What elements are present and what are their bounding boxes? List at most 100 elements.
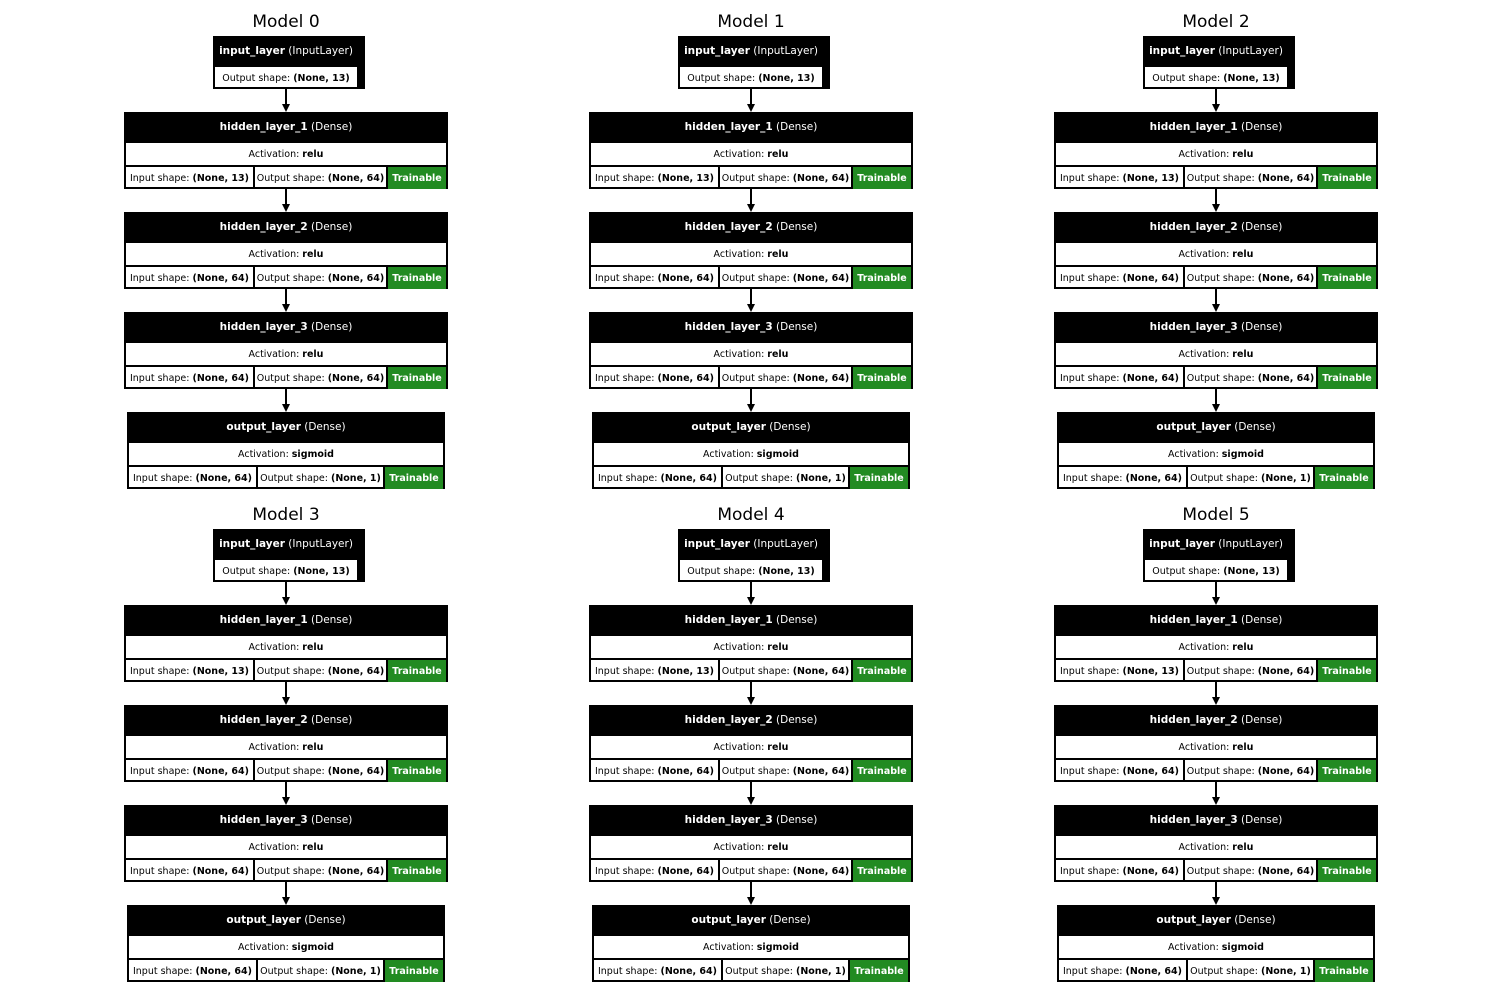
layer-header: hidden_layer_1 (Dense) — [591, 114, 911, 141]
layer-name: output_layer — [691, 421, 766, 433]
layer-header: hidden_layer_2 (Dense) — [126, 214, 446, 241]
activation-value: relu — [767, 641, 789, 653]
layer-name: hidden_layer_3 — [1149, 321, 1238, 333]
trainable-badge: Trainable — [851, 267, 911, 289]
input-shape-label: Input shape: — [129, 865, 190, 877]
shape-row: Input shape: (None, 13) Output shape: (None… — [126, 165, 446, 189]
activation-label: Activation: — [1178, 641, 1230, 653]
activation-row: Activation: relu — [1056, 141, 1376, 165]
layer-name: hidden_layer_1 — [219, 614, 308, 626]
activation-cell: Activation: sigmoid — [1059, 443, 1373, 465]
output-shape-label: Output shape: — [256, 372, 325, 384]
activation-cell: Activation: relu — [126, 143, 446, 165]
layer-header: input_layer (InputLayer) — [215, 38, 357, 65]
layer-type: (InputLayer) — [1218, 45, 1283, 57]
input-shape-value: (None, 13) — [657, 665, 714, 677]
layer-box-hidden_layer_3: hidden_layer_3 (Dense) Activation: relu Inp… — [124, 805, 448, 882]
output-shape-label: Output shape: — [1186, 765, 1255, 777]
output-shape-cell: Output shape: (None, 64) — [253, 367, 386, 389]
input-shape-cell: Input shape: (None, 64) — [1056, 267, 1183, 289]
arrow-head-icon — [747, 404, 755, 412]
input-shape-cell: Input shape: (None, 64) — [1056, 760, 1183, 782]
activation-value: sigmoid — [756, 941, 799, 953]
output-shape-value: (None, 64) — [327, 665, 385, 677]
model-title: Model 2 — [1182, 12, 1250, 32]
input-shape-cell: Input shape: (None, 64) — [1056, 367, 1183, 389]
output-shape-label: Output shape: — [687, 72, 756, 84]
output-shape-cell: Output shape: (None, 1) — [256, 467, 383, 489]
trainable-badge: Trainable — [1316, 660, 1376, 682]
activation-row: Activation: sigmoid — [594, 934, 908, 958]
arrow-head-icon — [1212, 404, 1220, 412]
activation-row: Activation: relu — [126, 634, 446, 658]
activation-label: Activation: — [1178, 841, 1230, 853]
layer-name: hidden_layer_2 — [219, 714, 308, 726]
activation-value: relu — [1232, 741, 1254, 753]
output-shape-cell: Output shape: (None, 64) — [1183, 267, 1316, 289]
layer-box-input_layer: input_layer (InputLayer) Output shape: (No… — [213, 36, 359, 89]
activation-cell: Activation: relu — [1056, 243, 1376, 265]
layer-type: (Dense) — [1234, 421, 1276, 433]
connector-line — [1215, 289, 1217, 304]
output-shape-cell: Output shape: (None, 64) — [718, 367, 851, 389]
layer-type: (InputLayer) — [288, 538, 353, 550]
arrow-head-icon — [747, 204, 755, 212]
activation-row: Activation: relu — [591, 634, 911, 658]
output-shape-value: (None, 13) — [1223, 565, 1280, 577]
input-shape-label: Input shape: — [129, 765, 190, 777]
shape-row: Input shape: (None, 64) Output shape: (None… — [591, 758, 911, 782]
model-title: Model 1 — [717, 12, 785, 32]
output-shape-value: (None, 13) — [1223, 72, 1280, 84]
arrow-head-icon — [282, 697, 290, 705]
layer-type: (Dense) — [1241, 814, 1283, 826]
connector-line — [1215, 682, 1217, 697]
layer-header: input_layer (InputLayer) — [680, 531, 822, 558]
layer-type: (Dense) — [311, 614, 353, 626]
connector-line — [1215, 882, 1217, 897]
activation-value: relu — [1232, 148, 1254, 160]
layer-type: (Dense) — [776, 614, 818, 626]
layer-type: (Dense) — [1241, 614, 1283, 626]
connector-line — [1215, 782, 1217, 797]
connector-line — [285, 389, 287, 404]
input-shape-cell: Input shape: (None, 64) — [591, 860, 718, 882]
output-shape-cell: Output shape: (None, 64) — [253, 860, 386, 882]
layer-type: (Dense) — [769, 421, 811, 433]
output-shape-label: Output shape: — [260, 472, 328, 484]
layer-box-input_layer: input_layer (InputLayer) Output shape: (No… — [213, 529, 359, 582]
layer-type: (InputLayer) — [1218, 538, 1283, 550]
activation-value: sigmoid — [291, 941, 334, 953]
layer-header: output_layer (Dense) — [1059, 414, 1373, 441]
activation-cell: Activation: relu — [126, 736, 446, 758]
input-shape-label: Input shape: — [1059, 665, 1120, 677]
layer-header: input_layer (InputLayer) — [1145, 38, 1287, 65]
output-shape-value: (None, 64) — [327, 172, 385, 184]
output-shape-value: (None, 64) — [792, 765, 850, 777]
input-shape-label: Input shape: — [1059, 172, 1120, 184]
output-shape-value: (None, 1) — [1260, 965, 1311, 977]
connector-line — [1215, 389, 1217, 404]
connector-line — [285, 189, 287, 204]
layer-type: (Dense) — [1241, 121, 1283, 133]
layer-name: input_layer — [684, 538, 750, 550]
input-shape-cell: Input shape: (None, 64) — [126, 760, 253, 782]
activation-row: Activation: relu — [591, 734, 911, 758]
input-shape-value: (None, 64) — [1122, 865, 1179, 877]
layer-name: hidden_layer_1 — [1149, 121, 1238, 133]
activation-label: Activation: — [238, 941, 289, 953]
arrow-head-icon — [282, 404, 290, 412]
input-shape-value: (None, 64) — [192, 865, 249, 877]
activation-value: relu — [302, 148, 324, 160]
connector-line — [285, 582, 287, 597]
layer-header: hidden_layer_1 (Dense) — [1056, 607, 1376, 634]
input-shape-label: Input shape: — [129, 172, 190, 184]
activation-value: relu — [767, 348, 789, 360]
trainable-badge: Trainable — [386, 860, 446, 882]
output-shape-value: (None, 64) — [327, 865, 385, 877]
layer-name: output_layer — [226, 914, 301, 926]
activation-row: Activation: relu — [1056, 241, 1376, 265]
input-shape-label: Input shape: — [594, 372, 655, 384]
input-shape-cell: Input shape: (None, 64) — [126, 860, 253, 882]
output-shape-value: (None, 64) — [327, 765, 385, 777]
layer-box-hidden_layer_1: hidden_layer_1 (Dense) Activation: relu Inp… — [1054, 112, 1378, 189]
